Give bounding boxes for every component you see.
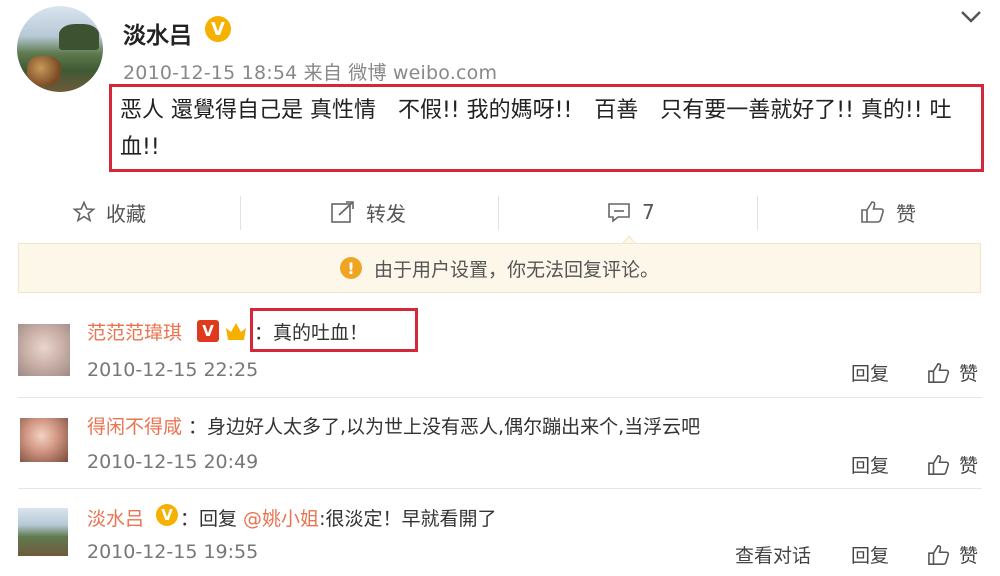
favorite-label: 收藏 [106, 201, 146, 226]
commenter-avatar[interactable] [18, 324, 70, 376]
comment-count: 7 [642, 200, 655, 224]
divider [757, 196, 758, 230]
post-text: 恶人 還覺得自己是 真性情 不假!! 我的媽呀!! 百善 只有要一善就好了!! … [120, 98, 952, 160]
divider [498, 196, 499, 230]
thumbs-up-icon [928, 454, 950, 475]
thumbs-up-icon [928, 544, 950, 565]
repost-button[interactable]: 转发 [330, 186, 406, 238]
comment-text: ：身边好人太多了,以为世上没有恶人,偶尔蹦出来个,当浮云吧 [188, 416, 701, 438]
thumbs-up-icon [861, 201, 884, 223]
highlight-box-comment [250, 308, 418, 352]
comment-like-label: 赞 [959, 363, 979, 385]
comment-text: ：回复 @姚小姐:很淡定！早就看開了 [180, 504, 496, 531]
post-meta: 2010-12-15 18:54 来自 微博 weibo.com [123, 62, 498, 84]
verified-badge-icon: V [197, 320, 219, 342]
comment-text-prefix: ：回复 [180, 508, 244, 530]
divider [18, 397, 982, 398]
crown-icon [226, 323, 246, 340]
commenter-avatar[interactable] [18, 508, 68, 556]
favorite-button[interactable]: 收藏 [72, 186, 146, 238]
author-name[interactable]: 淡水吕 [123, 16, 192, 50]
reply-button[interactable]: 回复 [851, 451, 889, 478]
reply-disabled-notice: ! 由于用户设置，你无法回复评论。 [18, 243, 981, 293]
reply-button[interactable]: 回复 [851, 541, 889, 568]
author-avatar[interactable] [17, 6, 103, 92]
verified-badge-icon: V [156, 504, 178, 526]
reply-button[interactable]: 回复 [851, 359, 889, 386]
repost-label: 转发 [366, 201, 406, 226]
comment-button[interactable]: 7 [606, 186, 655, 238]
comment-like-label: 赞 [959, 455, 979, 477]
mention-link[interactable]: @姚小姐 [243, 508, 319, 530]
commenter-avatar[interactable] [20, 418, 68, 462]
divider [18, 488, 982, 489]
comment-like-label: 赞 [959, 545, 979, 567]
notice-text: 由于用户设置，你无法回复评论。 [373, 258, 659, 281]
star-icon [72, 200, 96, 223]
view-conversation-button[interactable]: 查看对话 [735, 541, 811, 568]
comment-text-suffix: :很淡定！早就看開了 [319, 508, 497, 530]
commenter-name[interactable]: 得闲不得咸 [87, 412, 182, 439]
action-bar: 收藏 转发 7 赞 [0, 186, 1000, 238]
verified-badge-icon: V [205, 16, 231, 42]
comment-time: 2010-12-15 20:49 [87, 451, 259, 473]
warning-icon: ! [339, 257, 362, 279]
comment-time: 2010-12-15 19:55 [87, 541, 259, 563]
comment-icon [608, 203, 630, 223]
commenter-name[interactable]: 淡水吕 [87, 504, 144, 531]
like-label: 赞 [896, 201, 916, 226]
commenter-name[interactable]: 范范范瑋琪 [87, 318, 182, 345]
repost-icon [331, 201, 354, 223]
comment-like-button[interactable]: 赞 [927, 541, 978, 568]
like-button[interactable]: 赞 [860, 186, 916, 238]
comment-time: 2010-12-15 22:25 [87, 359, 259, 381]
weibo-post: 淡水吕 V 2010-12-15 18:54 来自 微博 weibo.com 恶… [0, 0, 1000, 178]
comment-like-button[interactable]: 赞 [927, 451, 978, 478]
comment-like-button[interactable]: 赞 [927, 359, 978, 386]
chevron-down-icon[interactable] [958, 6, 984, 26]
divider [240, 196, 241, 230]
thumbs-up-icon [928, 362, 950, 383]
